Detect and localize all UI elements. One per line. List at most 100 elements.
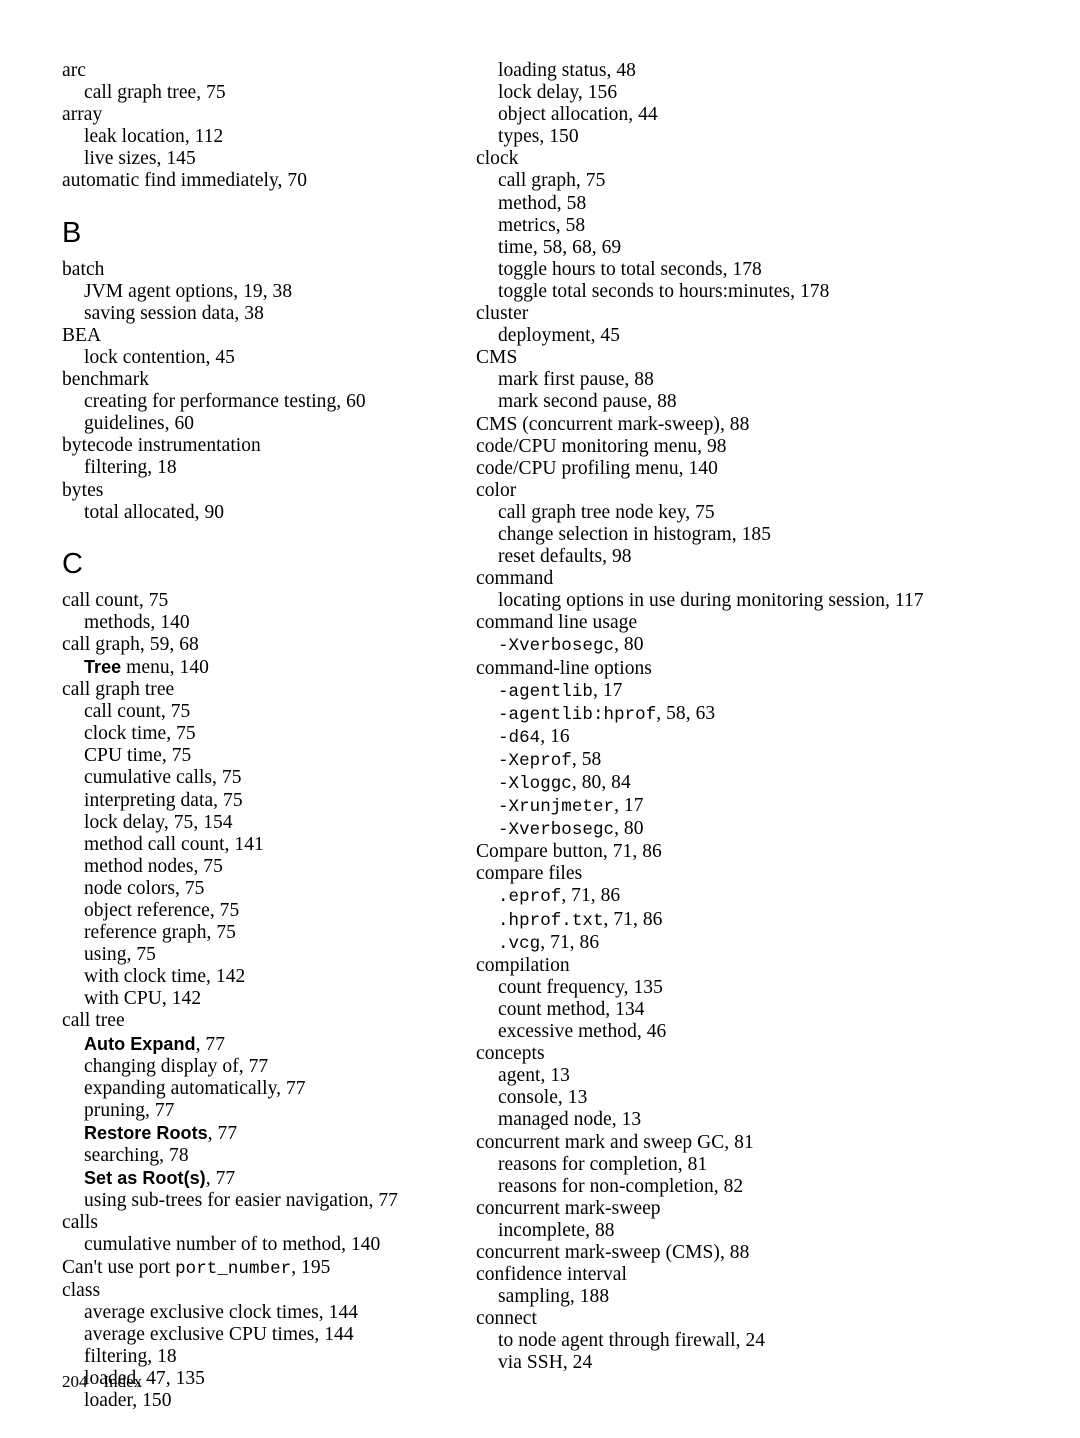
entry-text-serif: class bbox=[62, 1279, 101, 1301]
entry-text-serif: filtering, 18 bbox=[84, 457, 177, 479]
entry-text-serif: via SSH, 24 bbox=[498, 1352, 593, 1374]
index-entry-sub: to node agent through firewall, 24 bbox=[476, 1330, 1010, 1352]
entry-text-mono: -agentlib:hprof bbox=[498, 704, 657, 725]
entry-text-serif: code/CPU profiling menu, 140 bbox=[476, 457, 718, 479]
entry-text-serif: color bbox=[476, 479, 517, 501]
index-entry-sub: .hprof.txt, 71, 86 bbox=[476, 909, 1010, 932]
index-entry-sub: average exclusive clock times, 144 bbox=[62, 1302, 470, 1324]
index-entry-sub: method, 58 bbox=[476, 193, 1010, 215]
index-entry-sub: types, 150 bbox=[476, 126, 1010, 148]
index-entry-main: compare files bbox=[476, 863, 1010, 885]
entry-text-serif: filtering, 18 bbox=[84, 1345, 177, 1367]
index-entry-main: compilation bbox=[476, 955, 1010, 977]
index-entry-main: code/CPU profiling menu, 140 bbox=[476, 458, 1010, 480]
index-entry-sub: reset defaults, 98 bbox=[476, 546, 1010, 568]
index-entry-main: code/CPU monitoring menu, 98 bbox=[476, 436, 1010, 458]
index-entry-sub: -Xloggc, 80, 84 bbox=[476, 772, 1010, 795]
entry-text-serif: JVM agent options, 19, 38 bbox=[84, 280, 293, 302]
entry-text-serif: clock time, 75 bbox=[84, 723, 196, 745]
entry-text-serif: , 71, 86 bbox=[603, 908, 663, 930]
index-entry-sub: loader, 150 bbox=[62, 1390, 470, 1412]
entry-text-serif: call graph, 75 bbox=[498, 170, 606, 192]
index-entry-main: call tree bbox=[62, 1010, 470, 1032]
entry-text-mono: .vcg bbox=[498, 933, 541, 954]
index-page: arc call graph tree, 75 array leak location… bbox=[0, 0, 1080, 1438]
entry-text-serif: expanding automatically, 77 bbox=[84, 1077, 306, 1099]
index-entry-sub: mark second pause, 88 bbox=[476, 391, 1010, 413]
index-columns: arc call graph tree, 75 array leak location… bbox=[0, 60, 1080, 1412]
entry-text-serif: connect bbox=[476, 1308, 537, 1330]
index-entry-sub: count frequency, 135 bbox=[476, 977, 1010, 999]
index-entry-main: clock bbox=[476, 148, 1010, 170]
entry-text-serif: time, 58, 68, 69 bbox=[498, 236, 622, 258]
entry-text-serif: deployment, 45 bbox=[498, 325, 621, 347]
index-entry-main: command bbox=[476, 568, 1010, 590]
entry-text-serif: toggle hours to total seconds, 178 bbox=[498, 258, 762, 280]
entry-text-serif: automatic find immediately, 70 bbox=[62, 170, 308, 192]
entry-text-serif: searching, 78 bbox=[84, 1145, 189, 1167]
entry-text-serif: , 58, 63 bbox=[656, 702, 716, 724]
entry-text-serif: confidence interval bbox=[476, 1264, 627, 1286]
entry-text-serif: , 80 bbox=[614, 634, 644, 656]
entry-text-serif: calls bbox=[62, 1212, 98, 1234]
entry-text-serif: pruning, 77 bbox=[84, 1099, 175, 1121]
index-entry-sub: excessive method, 46 bbox=[476, 1021, 1010, 1043]
entry-text-serif: saving session data, 38 bbox=[84, 302, 264, 324]
index-entry-sub: count method, 134 bbox=[476, 999, 1010, 1021]
index-entry-sub: locating options in use during monitorin… bbox=[476, 590, 1010, 612]
entry-text-mono: -agentlib bbox=[498, 681, 593, 702]
index-entry-sub: expanding automatically, 77 bbox=[62, 1078, 470, 1100]
entry-text-serif: method nodes, 75 bbox=[84, 855, 223, 877]
index-entry-main: bytes bbox=[62, 480, 470, 502]
entry-text-serif: lock delay, 75, 154 bbox=[84, 811, 233, 833]
entry-text-serif: node colors, 75 bbox=[84, 877, 205, 899]
index-entry-main: benchmark bbox=[62, 369, 470, 391]
entry-text-serif: sampling, 188 bbox=[498, 1286, 610, 1308]
index-entry-main: cluster bbox=[476, 303, 1010, 325]
entry-text-serif: , 77 bbox=[207, 1122, 238, 1144]
index-entry-sub: saving session data, 38 bbox=[62, 303, 470, 325]
entry-text-serif: changing display of, 77 bbox=[84, 1055, 269, 1077]
index-entry-sub: via SSH, 24 bbox=[476, 1352, 1010, 1374]
index-entry-sub: sampling, 188 bbox=[476, 1286, 1010, 1308]
entry-text-serif: lock delay, 156 bbox=[498, 82, 618, 104]
index-entry-sub: changing display of, 77 bbox=[62, 1056, 470, 1078]
index-entry-sub: average exclusive CPU times, 144 bbox=[62, 1324, 470, 1346]
entry-text-serif: compare files bbox=[476, 863, 583, 885]
entry-text-mono: -Xeprof bbox=[498, 750, 572, 771]
index-entry-main: concurrent mark and sweep GC, 81 bbox=[476, 1132, 1010, 1154]
entry-text-serif: count frequency, 135 bbox=[498, 976, 663, 998]
entry-text-serif: , 80, 84 bbox=[571, 772, 631, 793]
index-entry-sub: call graph tree node key, 75 bbox=[476, 502, 1010, 524]
index-entry-sub: .vcg, 71, 86 bbox=[476, 932, 1010, 955]
entry-text-serif: arc bbox=[62, 60, 86, 81]
entry-text-bold: Tree bbox=[84, 656, 122, 677]
entry-text-mono: .hprof.txt bbox=[498, 910, 604, 931]
index-entry-sub: lock contention, 45 bbox=[62, 347, 470, 369]
entry-text-serif: loading status, 48 bbox=[498, 60, 636, 81]
index-entry-sub: reasons for completion, 81 bbox=[476, 1154, 1010, 1176]
entry-text-serif: method, 58 bbox=[498, 192, 587, 214]
entry-text-serif: , 17 bbox=[614, 795, 644, 817]
index-entry-sub: node colors, 75 bbox=[62, 878, 470, 900]
entry-text-serif: methods, 140 bbox=[84, 611, 190, 633]
entry-text-serif: command-line options bbox=[476, 657, 652, 679]
entry-text-serif: call graph, 59, 68 bbox=[62, 633, 199, 655]
entry-text-bold: Auto Expand bbox=[84, 1033, 196, 1054]
entry-text-serif: method call count, 141 bbox=[84, 833, 264, 855]
entry-text-serif: Can't use port bbox=[62, 1256, 176, 1278]
entry-text-serif: creating for performance testing, 60 bbox=[84, 391, 366, 413]
index-entry-main: CMS bbox=[476, 347, 1010, 369]
index-entry-sub: cumulative calls, 75 bbox=[62, 767, 470, 789]
entry-text-serif: bytes bbox=[62, 479, 104, 501]
entry-text-serif: BEA bbox=[62, 324, 102, 346]
index-column-left: arc call graph tree, 75 array leak location… bbox=[0, 60, 470, 1412]
entry-text-serif: types, 150 bbox=[498, 126, 579, 148]
index-entry-main: connect bbox=[476, 1308, 1010, 1330]
index-entry-sub: -d64, 16 bbox=[476, 726, 1010, 749]
entry-text-serif: live sizes, 145 bbox=[84, 148, 196, 170]
index-entry-sub: JVM agent options, 19, 38 bbox=[62, 281, 470, 303]
entry-text-serif: concepts bbox=[476, 1043, 545, 1065]
entry-text-serif: Compare button, 71, 86 bbox=[476, 841, 662, 863]
index-entry-sub: -Xeprof, 58 bbox=[476, 749, 1010, 772]
